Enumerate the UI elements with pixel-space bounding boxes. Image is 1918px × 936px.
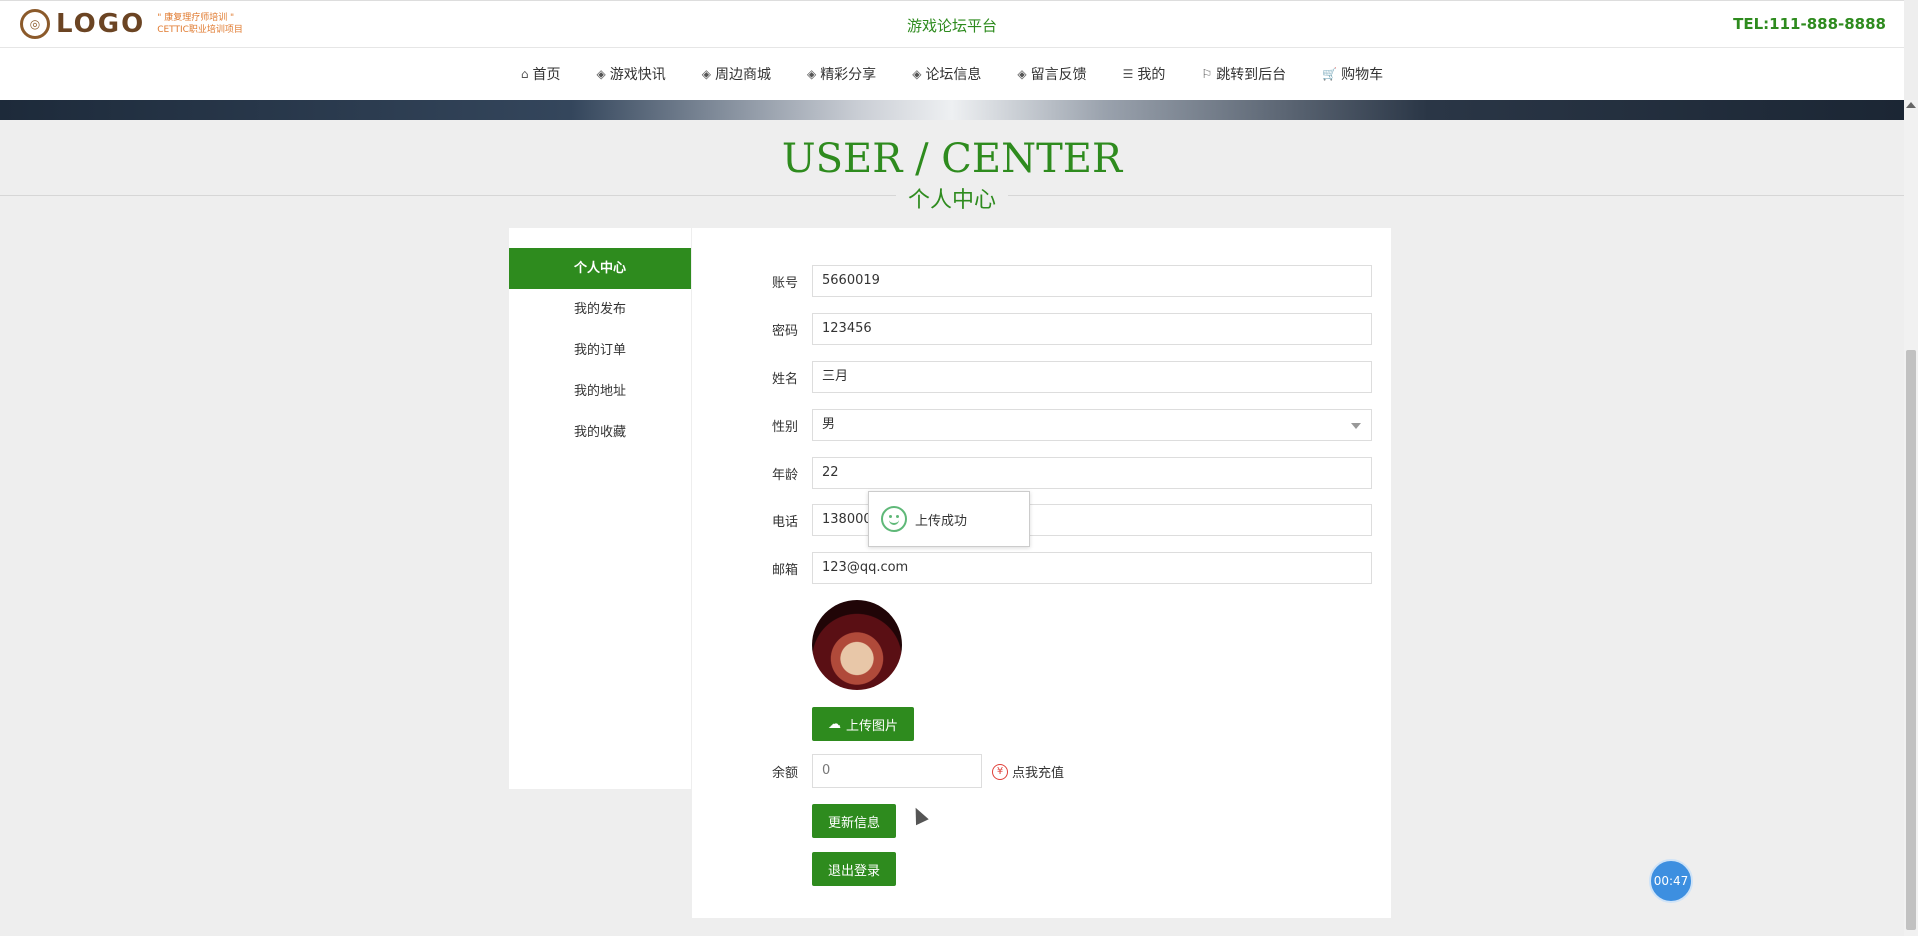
smile-icon [881, 506, 907, 532]
cube-icon: ◈ [806, 67, 817, 81]
upload-image-button[interactable]: ☁ 上传图片 [812, 707, 914, 741]
balance-label: 余额 [772, 766, 799, 781]
upload-image-label: 上传图片 [845, 717, 898, 733]
nav-item-label: 跳转到后台 [1216, 67, 1287, 83]
sidebar-list: 个人中心 我的发布 我的订单 我的地址 我的收藏 [509, 228, 691, 453]
row-phone: 电话 1380000 [772, 504, 1372, 536]
email-input[interactable]: 123@qq.com [812, 552, 1372, 584]
account-label: 账号 [772, 275, 799, 291]
page-title-cn: 个人中心 [895, 182, 1008, 214]
site-title: 游戏论坛平台 [906, 17, 997, 35]
page-title-cn-wrap: 个人中心 [0, 182, 1904, 214]
row-account: 账号 5660019 [772, 265, 1372, 297]
logout-button[interactable]: 退出登录 [812, 852, 896, 886]
row-balance-label: 余额 [772, 762, 812, 781]
cube-icon: ◈ [701, 67, 711, 81]
row-password: 密码 123456 [772, 313, 1372, 345]
age-label: 年龄 [772, 467, 799, 483]
main-nav: ⌂ 首页 ◈ 游戏快讯 ◈ 周边商城 ◈ 精彩分享 ◈ 论坛信息 ◈ 留言反馈 ☰ 我的 ⚐ 跳… [0, 47, 1904, 100]
nav-item-mine[interactable]: ☰ 我的 [1105, 64, 1184, 84]
gender-value: 男 [822, 417, 836, 432]
sidebar-item-favorites[interactable]: 我的收藏 [509, 412, 691, 453]
nav-item-label: 游戏快讯 [609, 67, 666, 83]
nav-item-forum[interactable]: ◈ 论坛信息 [894, 64, 999, 84]
sidebar-item-profile[interactable]: 个人中心 [509, 248, 691, 289]
row-email: 邮箱 123@qq.com [772, 552, 1372, 584]
row-gender: 性别 男 [772, 409, 1372, 441]
password-label: 密码 [772, 323, 799, 339]
nav-item-label: 购物车 [1341, 67, 1384, 83]
sidebar-item-posts[interactable]: 我的发布 [509, 289, 691, 330]
nav-item-cart[interactable]: 🛒 购物车 [1304, 64, 1401, 84]
list-icon: ☰ [1122, 67, 1134, 81]
cube-icon: ◈ [912, 67, 922, 81]
cloud-upload-icon: ☁ [827, 716, 841, 731]
toast-message: 上传成功 [915, 513, 968, 529]
scroll-up-icon[interactable] [1906, 102, 1916, 108]
nav-item-home[interactable]: ⌂ 首页 [503, 64, 579, 84]
cart-icon: 🛒 [1322, 67, 1338, 81]
gender-label: 性别 [772, 419, 799, 435]
phone-label: 电话 [772, 514, 799, 530]
nav-item-label: 首页 [532, 67, 561, 83]
avatar [812, 600, 902, 690]
page-title-en: USER / CENTER [781, 136, 1123, 182]
home-icon: ⌂ [520, 67, 529, 81]
account-input[interactable]: 5660019 [812, 265, 1372, 297]
upload-success-toast: 上传成功 [868, 491, 1030, 547]
scroll-thumb[interactable] [1906, 350, 1916, 930]
row-name: 姓名 三月 [772, 361, 1372, 393]
yen-icon: ¥ [992, 763, 1008, 780]
age-input[interactable]: 22 [812, 457, 1372, 489]
nav-item-label: 周边商城 [714, 67, 771, 83]
row-age: 年龄 22 [772, 457, 1372, 489]
nav-item-game-news[interactable]: ◈ 游戏快讯 [578, 64, 683, 84]
timer-badge[interactable]: 00:47 [1649, 859, 1693, 903]
nav-item-label: 留言反馈 [1030, 67, 1087, 83]
sidebar-item-orders[interactable]: 我的订单 [509, 330, 691, 371]
nav-item-label: 论坛信息 [925, 67, 982, 83]
password-input[interactable]: 123456 [812, 313, 1372, 345]
banner-image [0, 100, 1904, 120]
user-sidebar: 个人中心 我的发布 我的订单 我的地址 我的收藏 [509, 228, 691, 789]
email-label: 邮箱 [772, 562, 799, 578]
recharge-link[interactable]: ¥ 点我充值 [992, 762, 1064, 781]
top-header: ◎ LOGO " 康复理疗师培训 " CETTIC职业培训项目 游戏论坛平台 T… [0, 0, 1904, 47]
chevron-down-icon [1351, 423, 1361, 429]
page-scrollbar[interactable] [1904, 100, 1918, 936]
nav-item-label: 精彩分享 [820, 67, 877, 83]
cube-icon: ◈ [596, 67, 606, 81]
balance-input[interactable]: 0 [812, 754, 982, 788]
profile-form-panel: 账号 5660019 密码 123456 姓名 三月 性别 男 年龄 22 电话… [692, 228, 1391, 918]
nav-item-share[interactable]: ◈ 精彩分享 [789, 64, 894, 84]
sidebar-item-address[interactable]: 我的地址 [509, 371, 691, 412]
nav-item-feedback[interactable]: ◈ 留言反馈 [999, 64, 1104, 84]
recharge-label: 点我充值 [1012, 766, 1065, 781]
flag-icon: ⚐ [1201, 67, 1213, 81]
nav-item-admin[interactable]: ⚐ 跳转到后台 [1183, 64, 1304, 84]
update-info-button[interactable]: 更新信息 [812, 804, 896, 838]
name-input[interactable]: 三月 [812, 361, 1372, 393]
name-label: 姓名 [772, 371, 799, 387]
cube-icon: ◈ [1017, 67, 1027, 81]
nav-item-shop[interactable]: ◈ 周边商城 [684, 64, 789, 84]
nav-item-label: 我的 [1137, 67, 1166, 83]
gender-select[interactable]: 男 [812, 409, 1372, 441]
phone-number: TEL:111-888-8888 [1733, 15, 1886, 33]
